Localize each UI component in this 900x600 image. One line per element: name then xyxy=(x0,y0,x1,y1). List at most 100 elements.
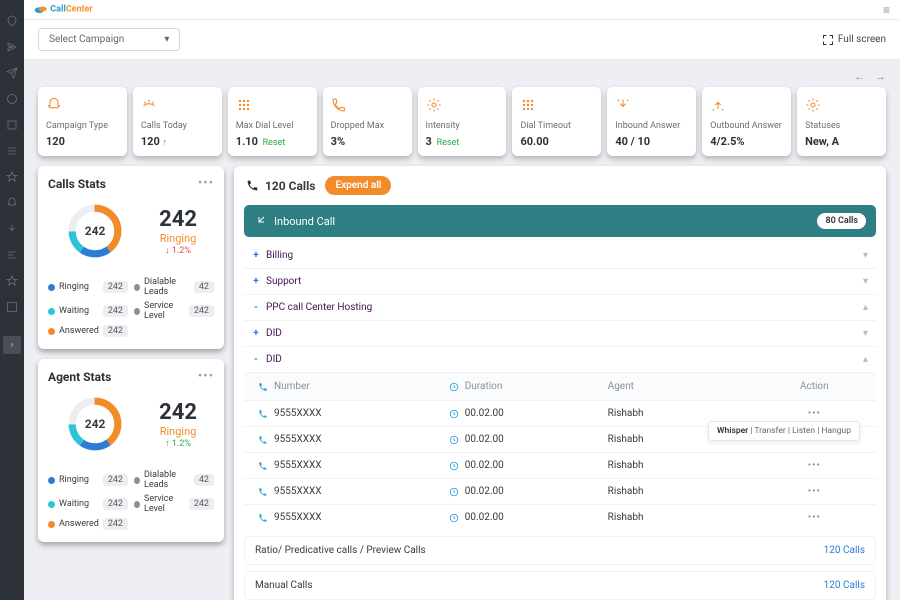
accordion-row[interactable]: +Support▾ xyxy=(244,269,876,295)
calls-stats-bignum: 242 xyxy=(159,207,197,232)
summary-count[interactable]: 120 Calls xyxy=(824,580,865,591)
chevron-down-icon: ▾ xyxy=(863,276,868,287)
table-row: 9555XXXX00.02.00Rishabh••• xyxy=(244,452,876,478)
sidebar-item[interactable] xyxy=(5,300,19,314)
subbar: Select Campaign ▾ Full screen xyxy=(24,20,900,60)
cell-number: 9555XXXX xyxy=(258,512,449,523)
fullscreen-button[interactable]: Full screen xyxy=(822,34,886,46)
calls-stats-panel: Calls Stats ••• 242 242 Ringing ↓ 1.2% xyxy=(38,166,224,349)
sidebar-item[interactable] xyxy=(5,66,19,80)
clock-icon xyxy=(449,382,459,392)
cell-number: 9555XXXX xyxy=(258,434,449,445)
reset-link[interactable]: Reset xyxy=(263,138,286,148)
legend-label: Answered xyxy=(59,326,99,336)
metric-value: 3 Reset xyxy=(426,135,499,148)
topbar: CallCenter ≡ xyxy=(24,0,900,20)
metric-icon xyxy=(426,97,499,113)
legend-dot xyxy=(48,477,55,484)
sidebar-item[interactable] xyxy=(5,196,19,210)
row-action-button[interactable]: ••• xyxy=(767,408,862,419)
sidebar-item[interactable] xyxy=(5,40,19,54)
reset-link[interactable]: Reset xyxy=(437,138,460,148)
legend-item: Ringing242 xyxy=(48,470,128,490)
metric-value: New, A xyxy=(805,135,878,148)
expand-all-button[interactable]: Expend all xyxy=(325,176,391,195)
accordion-row[interactable]: -DID▴ xyxy=(244,347,876,373)
summary-row[interactable]: Ratio/ Predicative calls / Preview Calls… xyxy=(244,536,876,565)
cell-agent: Rishabh xyxy=(608,408,767,419)
more-icon[interactable]: ••• xyxy=(198,176,214,191)
sidebar-expand-button[interactable]: › xyxy=(3,336,21,354)
donut-center-value: 242 xyxy=(65,394,125,454)
legend-label: Dialable Leads xyxy=(144,277,194,297)
phone-icon xyxy=(258,382,268,392)
legend-dot xyxy=(48,501,55,508)
sidebar-item[interactable] xyxy=(5,170,19,184)
row-action-button[interactable]: ••• xyxy=(767,460,862,471)
calls-stats-legend: Ringing242Dialable Leads42Waiting242Serv… xyxy=(38,269,224,349)
inbound-count-badge: 80 Calls xyxy=(817,213,866,229)
legend-dot xyxy=(48,284,55,291)
metric-label: Max Dial Level xyxy=(236,121,309,131)
legend-dot xyxy=(48,308,55,315)
cell-duration: 00.02.00 xyxy=(449,486,608,497)
chevron-up-icon: ▴ xyxy=(863,354,868,365)
metric-icon xyxy=(46,97,119,113)
sidebar-item[interactable] xyxy=(5,274,19,288)
sidebar-item[interactable] xyxy=(5,92,19,106)
metric-label: Dropped Max xyxy=(331,121,404,131)
sidebar-item[interactable] xyxy=(5,144,19,158)
metric-label: Dial Timeout xyxy=(520,121,593,131)
summary-row[interactable]: Manual Calls 120 Calls xyxy=(244,571,876,600)
collapse-icon xyxy=(254,215,266,227)
calls-stats-delta: ↓ 1.2% xyxy=(159,245,197,256)
sidebar-item[interactable] xyxy=(5,14,19,28)
calls-stats-biglabel: Ringing xyxy=(159,232,197,245)
row-action-button[interactable]: ••• xyxy=(767,512,862,523)
accordion-row[interactable]: +DID▾ xyxy=(244,321,876,347)
accordion-row[interactable]: +Billing▾ xyxy=(244,243,876,269)
legend-value: 242 xyxy=(103,518,128,530)
summary-count[interactable]: 120 Calls xyxy=(824,545,865,556)
row-action-button[interactable]: ••• xyxy=(767,486,862,497)
metric-label: Inbound Answer xyxy=(615,121,688,131)
metric-icon xyxy=(141,97,214,113)
agent-stats-biglabel: Ringing xyxy=(159,425,197,438)
cell-agent: Rishabh xyxy=(608,512,767,523)
legend-dot xyxy=(48,521,55,528)
chevron-up-icon: ▴ xyxy=(863,302,868,313)
legend-value: 242 xyxy=(103,498,128,510)
campaign-select[interactable]: Select Campaign ▾ xyxy=(38,28,180,51)
sidebar-item[interactable] xyxy=(5,248,19,262)
legend-dot xyxy=(134,477,140,484)
more-icon[interactable]: ••• xyxy=(198,369,214,384)
metric-value: 120 ↑ xyxy=(141,135,214,148)
pager-left-icon[interactable]: ← xyxy=(854,70,865,83)
summary-label: Manual Calls xyxy=(255,580,313,591)
legend-item: Waiting242 xyxy=(48,301,128,321)
metric-value: 120 xyxy=(46,135,119,148)
sidebar-item[interactable] xyxy=(5,118,19,132)
pager-right-icon[interactable]: → xyxy=(875,70,886,83)
legend-label: Dialable Leads xyxy=(144,470,194,490)
cell-duration: 00.02.00 xyxy=(449,434,608,445)
calls-stats-title: Calls Stats xyxy=(48,177,106,191)
accordion-row[interactable]: -PPC call Center Hosting▴ xyxy=(244,295,876,321)
legend-label: Service Level xyxy=(144,301,189,321)
content: ← → Campaign Type120Calls Today120 ↑Max … xyxy=(24,60,900,600)
chevron-down-icon: ▾ xyxy=(863,328,868,339)
agent-stats-delta: ↑ 1.2% xyxy=(159,438,197,449)
table-header: Number Duration Agent Action xyxy=(244,373,876,400)
cell-number: 9555XXXX xyxy=(258,460,449,471)
action-tooltip: Whisper | Transfer | Listen | Hangup xyxy=(708,421,860,441)
sidebar-item[interactable] xyxy=(5,222,19,236)
menu-icon[interactable]: ≡ xyxy=(883,3,890,17)
metric-icon xyxy=(710,97,783,113)
legend-value: 242 xyxy=(189,305,214,317)
calls-stats-donut: 242 xyxy=(65,201,125,261)
legend-item: Service Level242 xyxy=(134,494,214,514)
metric-card: Inbound Answer40 / 10 xyxy=(607,87,696,156)
inbound-call-bar[interactable]: Inbound Call 80 Calls xyxy=(244,205,876,237)
agent-stats-bignum: 242 xyxy=(159,400,197,425)
metric-label: Intensity xyxy=(426,121,499,131)
